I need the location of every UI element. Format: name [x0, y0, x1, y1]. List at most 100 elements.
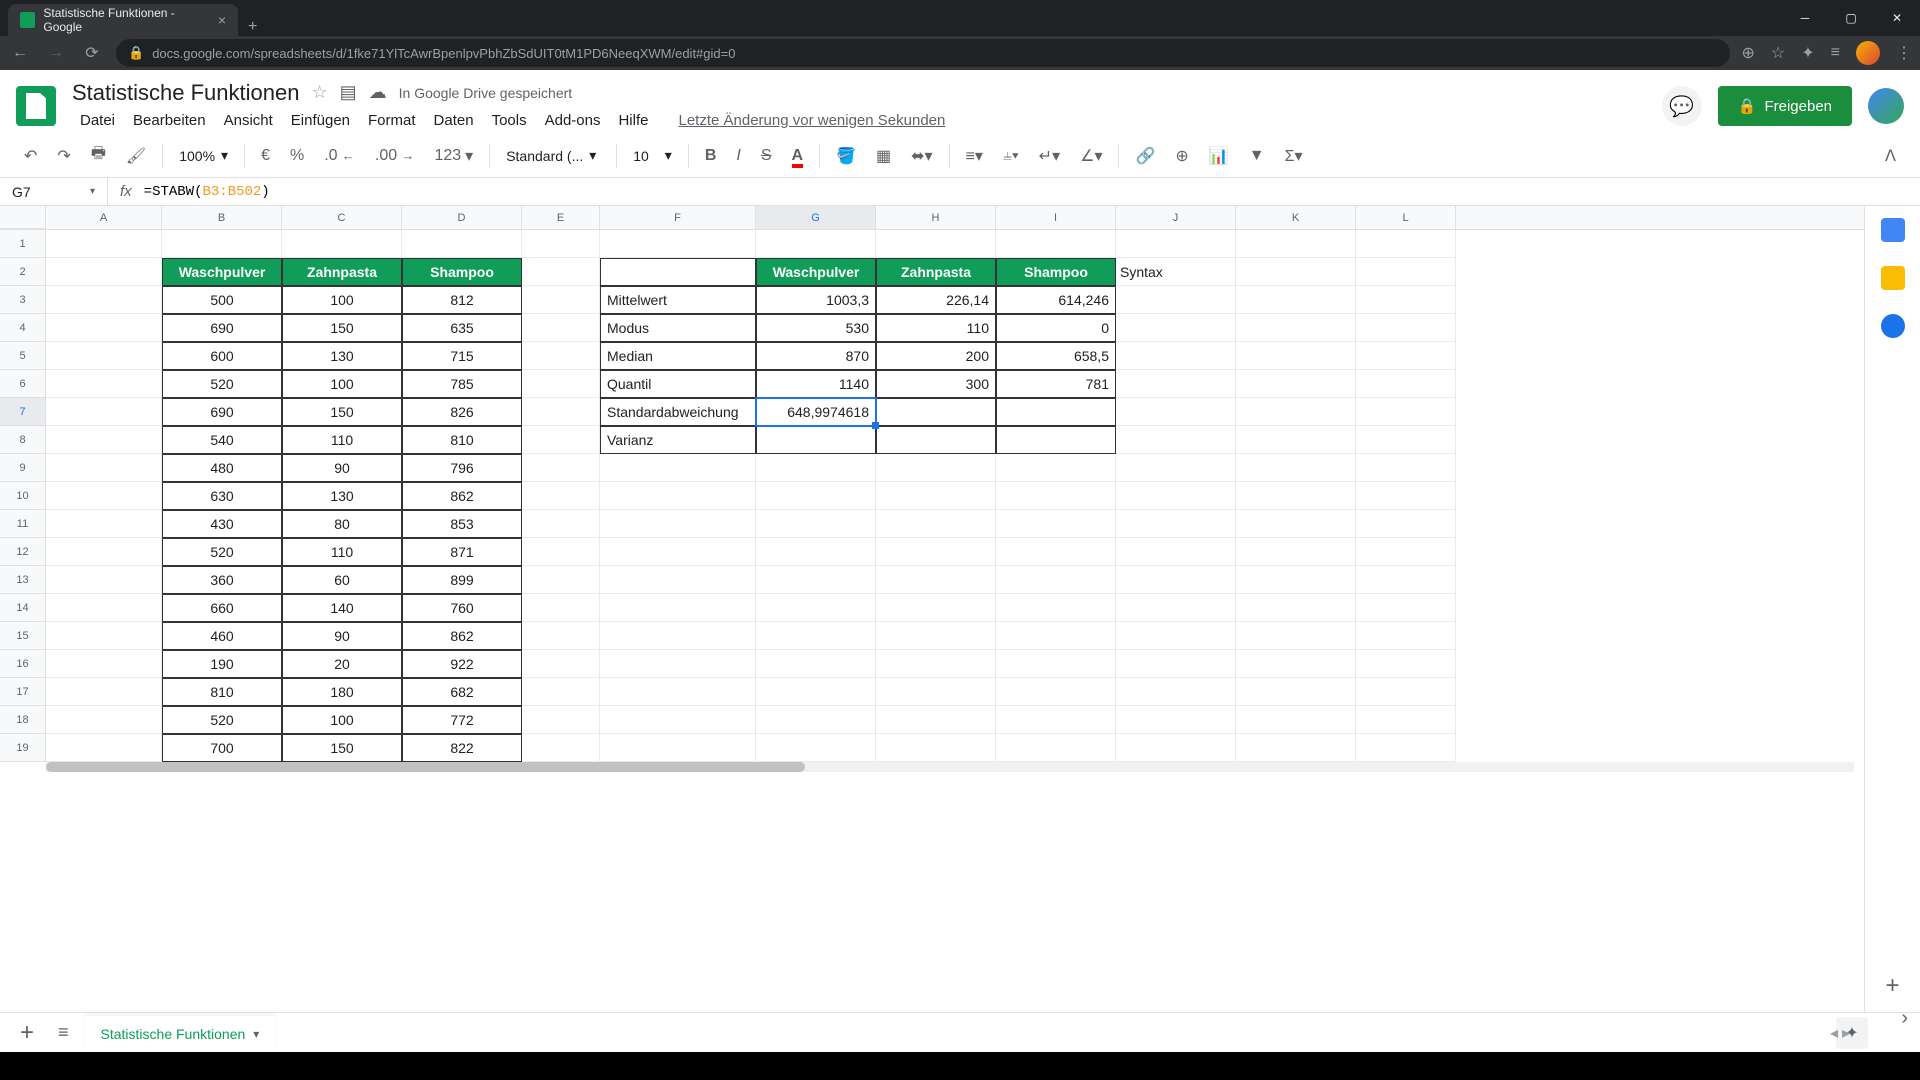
cell-G3[interactable]: 1003,3 [756, 286, 876, 314]
cell-A2[interactable] [46, 258, 162, 286]
cell-A12[interactable] [46, 538, 162, 566]
cell-D16[interactable]: 922 [402, 650, 522, 678]
cell-L1[interactable] [1356, 230, 1456, 258]
halign-button[interactable]: ≡▾ [958, 140, 991, 172]
italic-button[interactable]: I [728, 141, 748, 171]
cell-G4[interactable]: 530 [756, 314, 876, 342]
cell-D7[interactable]: 826 [402, 398, 522, 426]
cell-L16[interactable] [1356, 650, 1456, 678]
close-tab-icon[interactable]: × [218, 12, 226, 28]
cell-G9[interactable] [756, 454, 876, 482]
menu-daten[interactable]: Daten [426, 108, 482, 133]
merge-button[interactable]: ⬌▾ [903, 140, 940, 172]
cell-D19[interactable]: 822 [402, 734, 522, 762]
cell-K11[interactable] [1236, 510, 1356, 538]
cell-K16[interactable] [1236, 650, 1356, 678]
cell-F7[interactable]: Standardabweichung [600, 398, 756, 426]
cell-F19[interactable] [600, 734, 756, 762]
cell-J15[interactable] [1116, 622, 1236, 650]
back-icon[interactable]: ← [8, 44, 32, 62]
cell-I19[interactable] [996, 734, 1116, 762]
cell-E19[interactable] [522, 734, 600, 762]
cell-C5[interactable]: 130 [282, 342, 402, 370]
cell-J7[interactable] [1116, 398, 1236, 426]
cell-J13[interactable] [1116, 566, 1236, 594]
undo-icon[interactable]: ↶ [16, 140, 45, 172]
cell-K2[interactable] [1236, 258, 1356, 286]
menu-hilfe[interactable]: Hilfe [610, 108, 656, 133]
cell-F12[interactable] [600, 538, 756, 566]
cell-L12[interactable] [1356, 538, 1456, 566]
col-header-B[interactable]: B [162, 206, 282, 229]
cell-A19[interactable] [46, 734, 162, 762]
row-header-19[interactable]: 19 [0, 734, 46, 762]
address-bar[interactable]: 🔒 docs.google.com/spreadsheets/d/1fke71Y… [116, 39, 1730, 67]
valign-button[interactable]: ⫨▾ [995, 141, 1027, 171]
print-icon[interactable]: 🖶 [83, 136, 114, 175]
horizontal-scrollbar[interactable] [46, 762, 1854, 772]
cell-L4[interactable] [1356, 314, 1456, 342]
cell-F17[interactable] [600, 678, 756, 706]
cell-H18[interactable] [876, 706, 996, 734]
cell-E16[interactable] [522, 650, 600, 678]
formula-input[interactable]: =STABW(B3:B502) [144, 184, 270, 200]
cell-F4[interactable]: Modus [600, 314, 756, 342]
cell-J17[interactable] [1116, 678, 1236, 706]
functions-icon[interactable]: Σ▾ [1277, 140, 1311, 172]
cell-F14[interactable] [600, 594, 756, 622]
cell-E13[interactable] [522, 566, 600, 594]
row-header-13[interactable]: 13 [0, 566, 46, 594]
cell-A18[interactable] [46, 706, 162, 734]
cell-E4[interactable] [522, 314, 600, 342]
sheet-menu-icon[interactable]: ▾ [253, 1027, 259, 1041]
cell-A9[interactable] [46, 454, 162, 482]
cell-D10[interactable]: 862 [402, 482, 522, 510]
cell-A3[interactable] [46, 286, 162, 314]
row-header-14[interactable]: 14 [0, 594, 46, 622]
browser-tab[interactable]: Statistische Funktionen - Google × [8, 4, 238, 36]
cell-C16[interactable]: 20 [282, 650, 402, 678]
move-icon[interactable]: ▤ [340, 82, 357, 103]
row-header-9[interactable]: 9 [0, 454, 46, 482]
cell-L2[interactable] [1356, 258, 1456, 286]
cell-K3[interactable] [1236, 286, 1356, 314]
cell-B13[interactable]: 360 [162, 566, 282, 594]
font-select[interactable]: Standard (...▾ [498, 143, 608, 168]
cell-E6[interactable] [522, 370, 600, 398]
cell-A5[interactable] [46, 342, 162, 370]
cell-E15[interactable] [522, 622, 600, 650]
cell-A16[interactable] [46, 650, 162, 678]
all-sheets-button[interactable]: ≡ [50, 1022, 77, 1043]
menu-datei[interactable]: Datei [72, 108, 123, 133]
cell-J18[interactable] [1116, 706, 1236, 734]
cell-K7[interactable] [1236, 398, 1356, 426]
cell-J9[interactable] [1116, 454, 1236, 482]
cell-A7[interactable] [46, 398, 162, 426]
cell-E11[interactable] [522, 510, 600, 538]
cell-B8[interactable]: 540 [162, 426, 282, 454]
cell-C1[interactable] [282, 230, 402, 258]
wrap-button[interactable]: ↵▾ [1031, 140, 1068, 172]
cell-D4[interactable]: 635 [402, 314, 522, 342]
cell-H10[interactable] [876, 482, 996, 510]
cell-E3[interactable] [522, 286, 600, 314]
col-header-K[interactable]: K [1236, 206, 1356, 229]
cell-K1[interactable] [1236, 230, 1356, 258]
col-header-I[interactable]: I [996, 206, 1116, 229]
cell-I4[interactable]: 0 [996, 314, 1116, 342]
cell-K18[interactable] [1236, 706, 1356, 734]
number-format-select[interactable]: 123▾ [426, 140, 481, 172]
cell-A1[interactable] [46, 230, 162, 258]
cell-L19[interactable] [1356, 734, 1456, 762]
paint-format-icon[interactable]: 🖌 [118, 140, 154, 172]
cell-L13[interactable] [1356, 566, 1456, 594]
row-header-15[interactable]: 15 [0, 622, 46, 650]
cell-E2[interactable] [522, 258, 600, 286]
cell-L8[interactable] [1356, 426, 1456, 454]
cell-H4[interactable]: 110 [876, 314, 996, 342]
filter-icon[interactable]: ▼ [1241, 141, 1273, 171]
menu-einfügen[interactable]: Einfügen [283, 108, 358, 133]
cell-B11[interactable]: 430 [162, 510, 282, 538]
cell-F2[interactable] [600, 258, 756, 286]
row-header-11[interactable]: 11 [0, 510, 46, 538]
